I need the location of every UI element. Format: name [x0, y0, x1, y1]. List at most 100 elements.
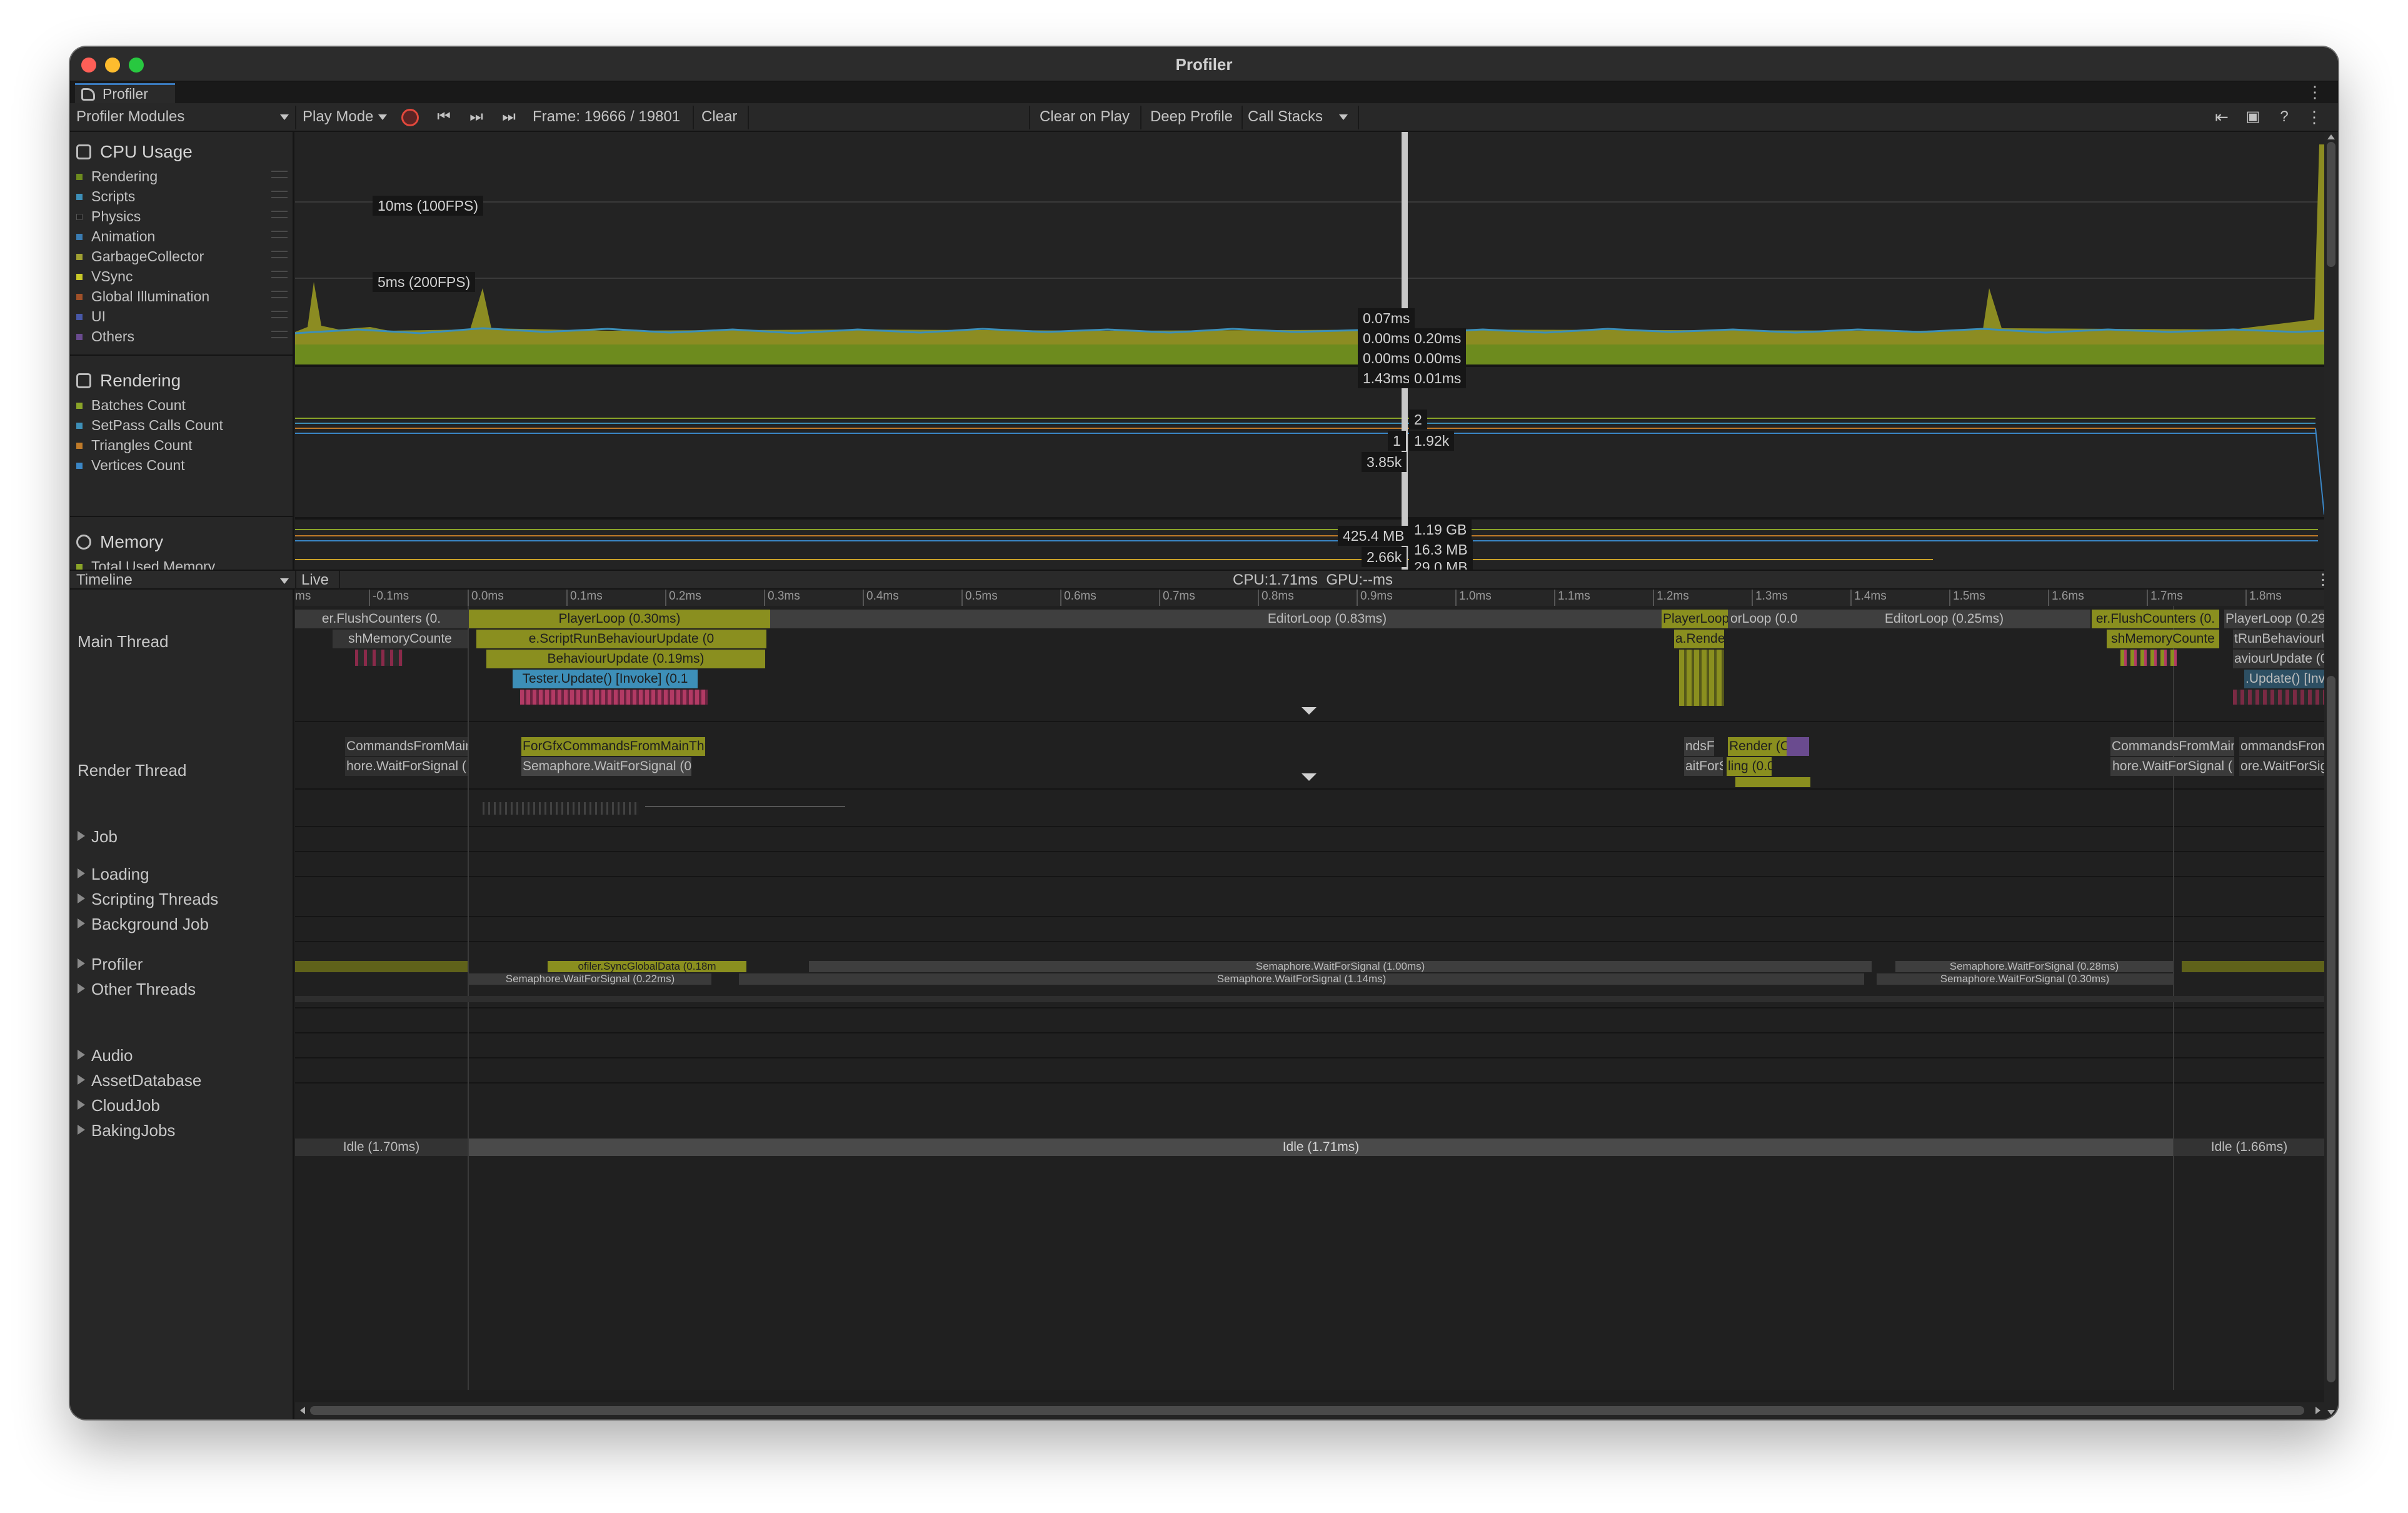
thread-loading[interactable]: Loading — [78, 865, 149, 884]
sample-wait-for-signal[interactable]: hore.WaitForSignal ( — [2110, 757, 2234, 776]
legend-vertices-count[interactable]: Vertices Count — [76, 457, 185, 474]
sample-idle[interactable]: Idle (1.70ms) — [295, 1139, 468, 1156]
sample-idle[interactable]: Idle (1.71ms) — [469, 1139, 2173, 1156]
thread-other-threads[interactable]: Other Threads — [78, 980, 196, 999]
rendering-module-header[interactable]: Rendering — [76, 371, 181, 391]
thread-baking-jobs[interactable]: BakingJobs — [78, 1121, 175, 1140]
profiler-modules-label: Profiler Modules — [76, 108, 185, 125]
sample-commands[interactable]: ommandsFromMain — [2239, 737, 2324, 756]
expand-arrow-icon — [78, 868, 85, 878]
sample-editor-loop[interactable]: orLoop (0.07 — [1729, 610, 1797, 628]
load-capture-button[interactable]: ⇤ — [2208, 103, 2235, 131]
sample-idle[interactable]: Idle (1.66ms) — [2174, 1139, 2324, 1156]
memory-module-header[interactable]: Memory — [76, 532, 163, 552]
sample-editor-loop[interactable]: EditorLoop (0.25ms) — [1798, 610, 2090, 628]
horizontal-scrollbar[interactable] — [295, 1402, 2324, 1419]
legend-scripts[interactable]: Scripts — [76, 188, 135, 205]
legend-ui[interactable]: UI — [76, 308, 106, 325]
sample-gfx-commands[interactable]: ForGfxCommandsFromMainThread — [521, 737, 705, 756]
sample-tester-update[interactable]: Tester.Update() [Invoke] (0.1 — [513, 670, 698, 688]
legend-vsync[interactable]: VSync — [76, 268, 133, 285]
sample-script-run-behaviour[interactable]: e.ScriptRunBehaviourUpdate (0 — [476, 630, 766, 648]
sample-semaphore-wait[interactable]: Semaphore.WaitForSignal (0.21ms) — [521, 757, 691, 776]
sample-behaviour-update[interactable]: BehaviourUpdate (0.19ms) — [486, 650, 765, 668]
timeline-view[interactable]: ms -0.1ms 0.0ms 0.1ms 0.2ms 0.3ms 0.4ms … — [295, 590, 2324, 1390]
timeline-scroll-thumb[interactable] — [2327, 676, 2335, 1382]
thread-main[interactable]: Main Thread — [78, 632, 169, 651]
sample-wait-for-signal[interactable]: aitForS — [1684, 757, 1723, 776]
sample-wait-for-signal[interactable]: ore.WaitForSignal ( — [2239, 757, 2324, 776]
expand-main-thread-icon[interactable] — [1302, 707, 1317, 715]
sample-behaviour-update[interactable]: aviourUpdate (0.1 — [2233, 650, 2324, 668]
cpu-usage-module-header[interactable]: CPU Usage — [76, 142, 193, 162]
previous-frame-button[interactable]: ⏮ — [429, 103, 458, 131]
sample-semaphore-wait[interactable]: Semaphore.WaitForSignal (0.30ms) — [1877, 973, 2173, 985]
help-button[interactable]: ? — [2270, 103, 2298, 131]
sample-profiler-job[interactable] — [295, 961, 468, 972]
vertical-scrollbar[interactable] — [2324, 132, 2338, 1419]
thread-cloud-job[interactable]: CloudJob — [78, 1096, 160, 1115]
more-options-button[interactable]: ⋮ — [2300, 103, 2328, 131]
sample-render[interactable]: Render (C — [1728, 737, 1787, 756]
sample-memory-counters[interactable]: shMemoryCounte — [333, 630, 468, 648]
legend-physics[interactable]: Physics — [76, 208, 141, 225]
sample-script-run-behaviour[interactable]: tRunBehaviourUpc — [2233, 630, 2324, 648]
legend-batches-count[interactable]: Batches Count — [76, 397, 186, 414]
legend-others[interactable]: Others — [76, 328, 134, 345]
sample-wait-for-signal[interactable]: hore.WaitForSignal ( — [345, 757, 468, 776]
sample-semaphore-wait[interactable]: Semaphore.WaitForSignal (1.14ms) — [739, 973, 1864, 985]
live-toggle[interactable]: Live — [301, 571, 339, 590]
sample-commands[interactable]: CommandsFromMain — [345, 737, 468, 756]
scroll-right-icon[interactable] — [2315, 1407, 2320, 1414]
graph-scroll-thumb[interactable] — [2327, 142, 2335, 267]
clear-button[interactable]: Clear — [698, 103, 748, 131]
current-frame-button[interactable]: ⏭ — [494, 103, 523, 131]
sample-commands[interactable]: CommandsFromMain — [2110, 737, 2234, 756]
sample-player-loop[interactable]: PlayerLoop (0.30ms) — [469, 610, 770, 628]
sample-flush-counters[interactable]: er.FlushCounters (0. — [295, 610, 468, 628]
thread-scripting-threads[interactable]: Scripting Threads — [78, 890, 218, 909]
sample-sync-global[interactable]: ofiler.SyncGlobalData (0.18m — [548, 961, 746, 972]
legend-triangles-count[interactable]: Triangles Count — [76, 437, 193, 454]
timeline-horizontal-thumb[interactable] — [310, 1406, 2304, 1415]
record-button[interactable] — [395, 103, 425, 131]
scroll-left-icon[interactable] — [300, 1407, 305, 1414]
expand-render-thread-icon[interactable] — [1302, 773, 1317, 781]
thread-job[interactable]: Job — [78, 827, 118, 847]
sample-memory-counters[interactable]: shMemoryCounte — [2107, 630, 2219, 648]
scroll-up-icon[interactable] — [2327, 134, 2335, 139]
thread-asset-database[interactable]: AssetDatabase — [78, 1071, 201, 1090]
legend-rendering[interactable]: Rendering — [76, 168, 158, 185]
call-stacks-toggle[interactable]: Call Stacks — [1244, 103, 1357, 131]
thread-background-job[interactable]: Background Job — [78, 915, 209, 934]
sample-render[interactable]: a.Render (0 — [1674, 630, 1724, 648]
view-mode-dropdown[interactable]: Timeline — [76, 571, 295, 590]
sample-semaphore-wait[interactable]: Semaphore.WaitForSignal (0.22ms) — [469, 973, 711, 985]
play-mode-dropdown[interactable]: Play Mode — [299, 103, 393, 131]
sample-tester-update[interactable]: .Update() [Invok — [2244, 670, 2324, 688]
clear-on-play-toggle[interactable]: Clear on Play — [1031, 103, 1138, 131]
sample-semaphore-wait[interactable]: Semaphore.WaitForSignal (1.00ms) — [809, 961, 1872, 972]
sample-profiler-job[interactable] — [2182, 961, 2324, 972]
save-capture-button[interactable]: ▣ — [2239, 103, 2267, 131]
scroll-down-icon[interactable] — [2327, 1410, 2335, 1415]
tab-menu-icon[interactable]: ⋮ — [2307, 83, 2323, 101]
tab-profiler[interactable]: Profiler — [75, 83, 175, 103]
sample-commands[interactable]: ndsFro — [1684, 737, 1714, 756]
legend-setpass-calls-count[interactable]: SetPass Calls Count — [76, 417, 223, 434]
thread-audio[interactable]: Audio — [78, 1046, 133, 1065]
profiler-charts[interactable]: 10ms (100FPS) 5ms (200FPS) 0.07ms 0.00ms… — [295, 132, 2324, 570]
deep-profile-toggle[interactable]: Deep Profile — [1143, 103, 1240, 131]
sample-semaphore-wait[interactable]: Semaphore.WaitForSignal (0.28ms) — [1895, 961, 2173, 972]
sample-player-loop[interactable]: PlayerLoop (0.11ms — [1662, 610, 1728, 628]
legend-garbage-collector[interactable]: GarbageCollector — [76, 248, 204, 265]
legend-animation[interactable]: Animation — [76, 228, 155, 245]
thread-profiler[interactable]: Profiler — [78, 955, 143, 974]
next-frame-button[interactable]: ⏭ — [462, 103, 491, 131]
sample-flush-counters[interactable]: er.FlushCounters (0. — [2092, 610, 2219, 628]
thread-render[interactable]: Render Thread — [78, 761, 186, 780]
sample-player-loop[interactable]: PlayerLoop (0.29ms) — [2224, 610, 2324, 628]
sample-ling[interactable]: ling (0.0 — [1727, 757, 1772, 776]
legend-global-illumination[interactable]: Global Illumination — [76, 288, 209, 305]
profiler-modules-dropdown[interactable]: Profiler Modules — [76, 103, 295, 131]
